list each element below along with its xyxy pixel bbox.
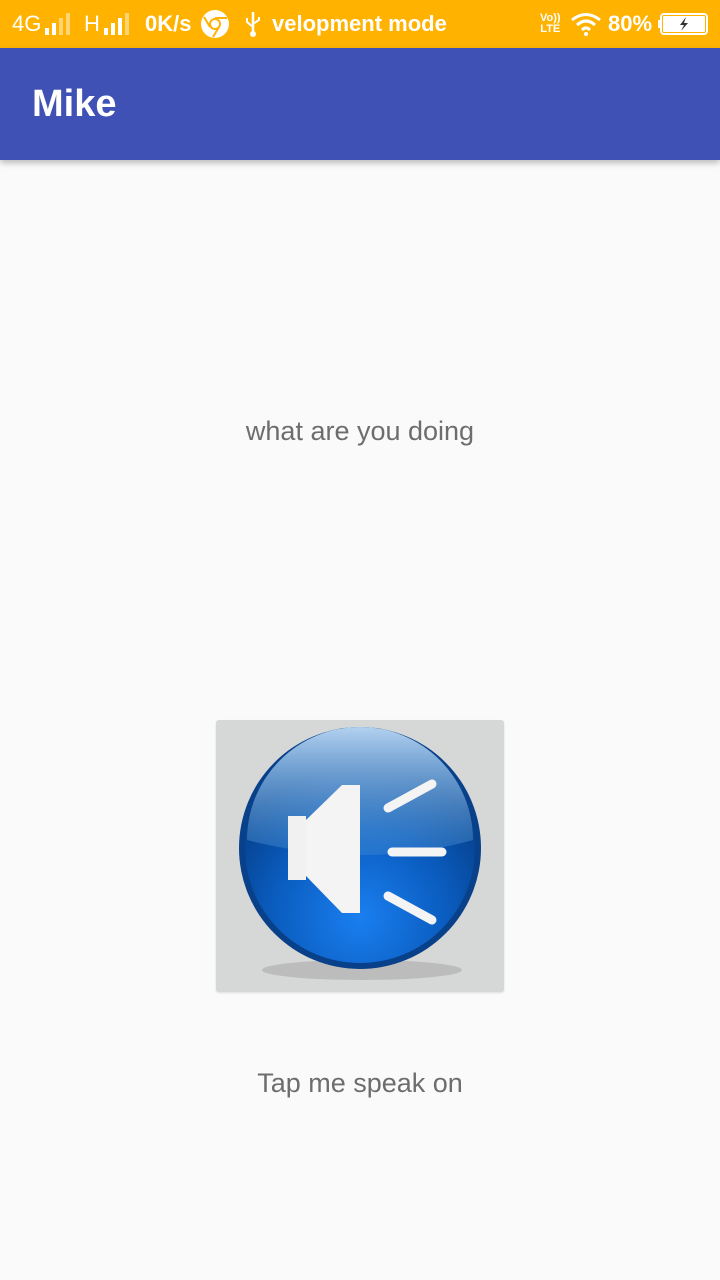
signal-4g: 4G xyxy=(12,0,73,48)
recognized-text: what are you doing xyxy=(245,416,475,446)
usb-icon xyxy=(244,0,262,48)
volte-icon: Vo)) LTE xyxy=(540,0,561,48)
notification-ticker: velopment mode xyxy=(272,11,447,36)
chrome-icon xyxy=(200,0,230,48)
signal-icon xyxy=(45,13,73,35)
signal-icon-2 xyxy=(103,13,132,35)
network-type-2-label: H xyxy=(84,11,100,36)
status-bar: 4G H 0K/s velopment mode Vo)) LTE 80% xyxy=(0,0,720,48)
app-bar: Mike xyxy=(0,48,720,160)
app-title: Mike xyxy=(32,83,117,125)
wifi-icon xyxy=(570,0,602,48)
speak-button[interactable] xyxy=(216,720,504,992)
signal-h: H xyxy=(84,0,132,48)
speaker-icon xyxy=(239,727,481,980)
battery-percent: 80% xyxy=(608,11,653,36)
network-type-label: 4G xyxy=(12,11,42,36)
network-speed: 0K/s xyxy=(145,11,192,36)
hint-text: Tap me speak on xyxy=(257,1068,463,1098)
volte-label-bottom: LTE xyxy=(540,23,561,35)
battery-icon xyxy=(658,0,710,48)
